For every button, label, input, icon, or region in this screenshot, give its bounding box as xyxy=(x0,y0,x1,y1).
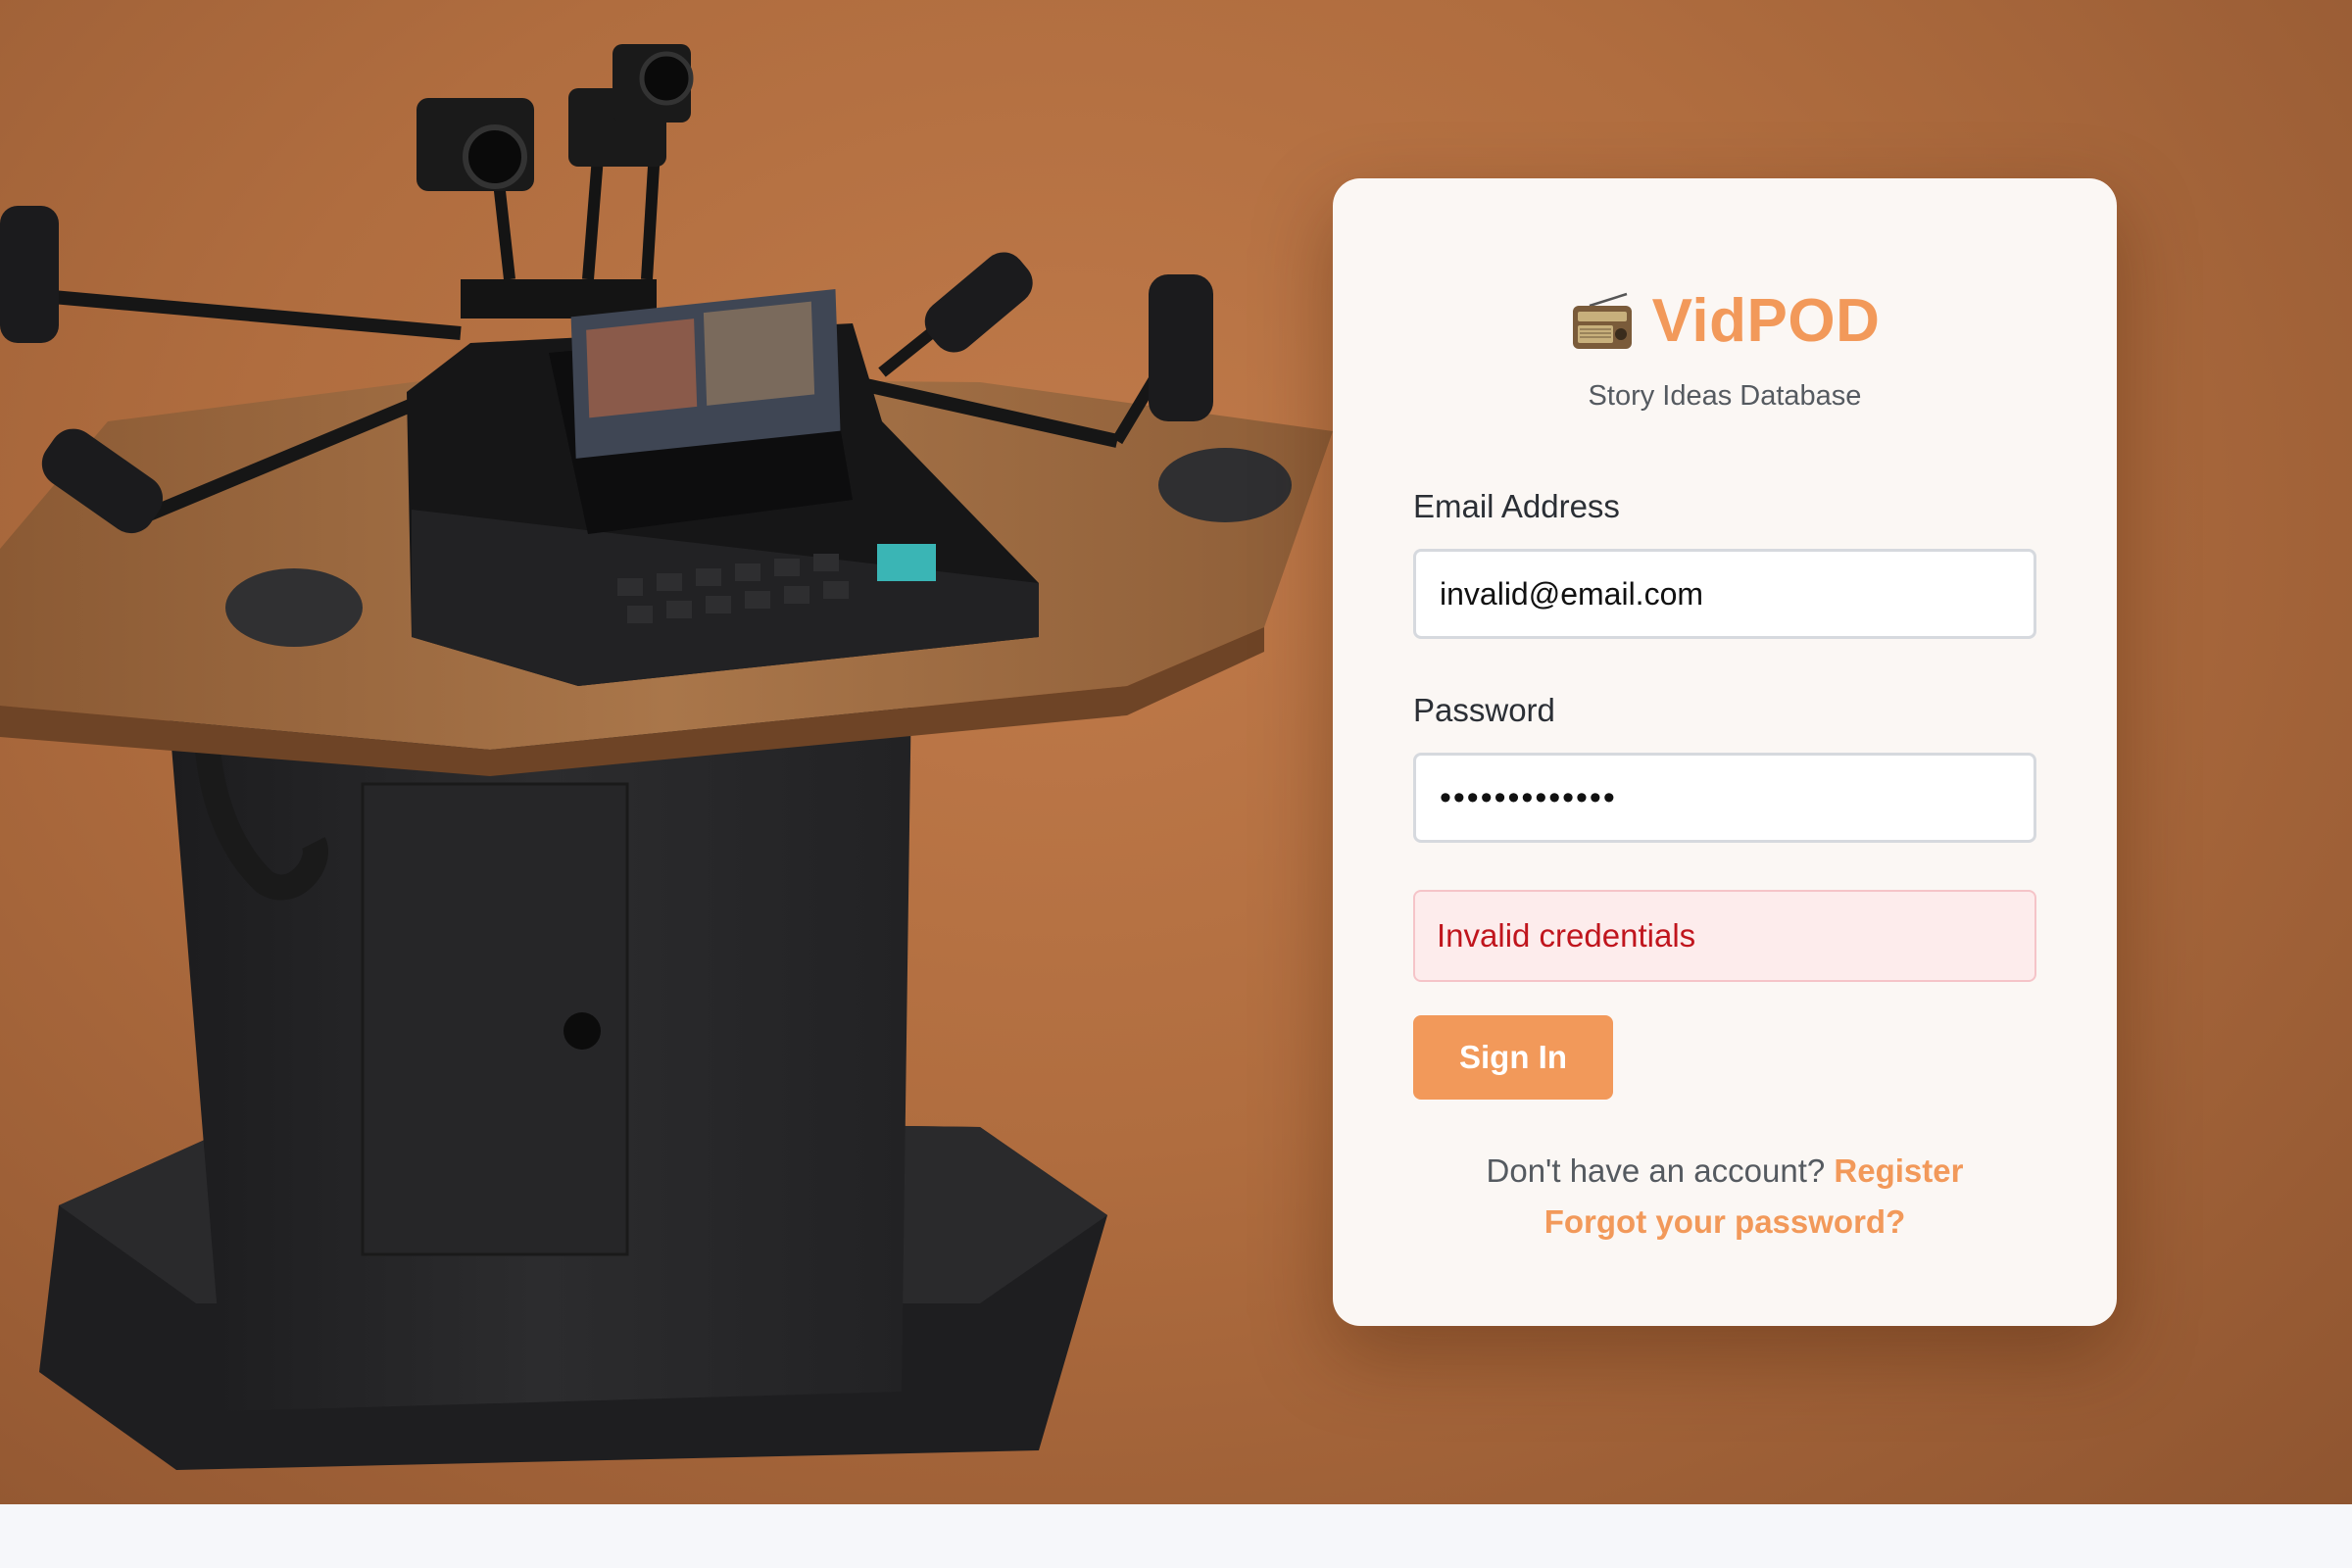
forgot-line: Forgot your password? xyxy=(1333,1203,2117,1241)
email-label: Email Address xyxy=(1413,488,1620,524)
password-input[interactable] xyxy=(1413,753,2036,843)
forgot-password-link[interactable]: Forgot your password? xyxy=(1544,1203,1906,1240)
email-input[interactable] xyxy=(1413,549,2036,639)
app-subtitle: Story Ideas Database xyxy=(1588,380,1862,412)
footer-strip xyxy=(0,1504,2352,1568)
error-message: Invalid credentials xyxy=(1437,917,1696,954)
register-line: Don't have an account? Register xyxy=(1333,1152,2117,1190)
error-alert: Invalid credentials xyxy=(1413,890,2036,982)
login-card: VidPOD Story Ideas Database Email Addres… xyxy=(1333,178,2117,1326)
app-title: VidPOD xyxy=(1651,286,1881,355)
register-prompt: Don't have an account? xyxy=(1486,1152,1826,1189)
sign-in-button[interactable]: Sign In xyxy=(1413,1015,1613,1100)
radio-icon xyxy=(1572,292,1632,349)
podcast-studio-illustration xyxy=(0,44,1333,1470)
password-label: Password xyxy=(1413,692,1555,728)
brand-header: VidPOD xyxy=(1333,276,2117,365)
register-link[interactable]: Register xyxy=(1834,1152,1963,1189)
